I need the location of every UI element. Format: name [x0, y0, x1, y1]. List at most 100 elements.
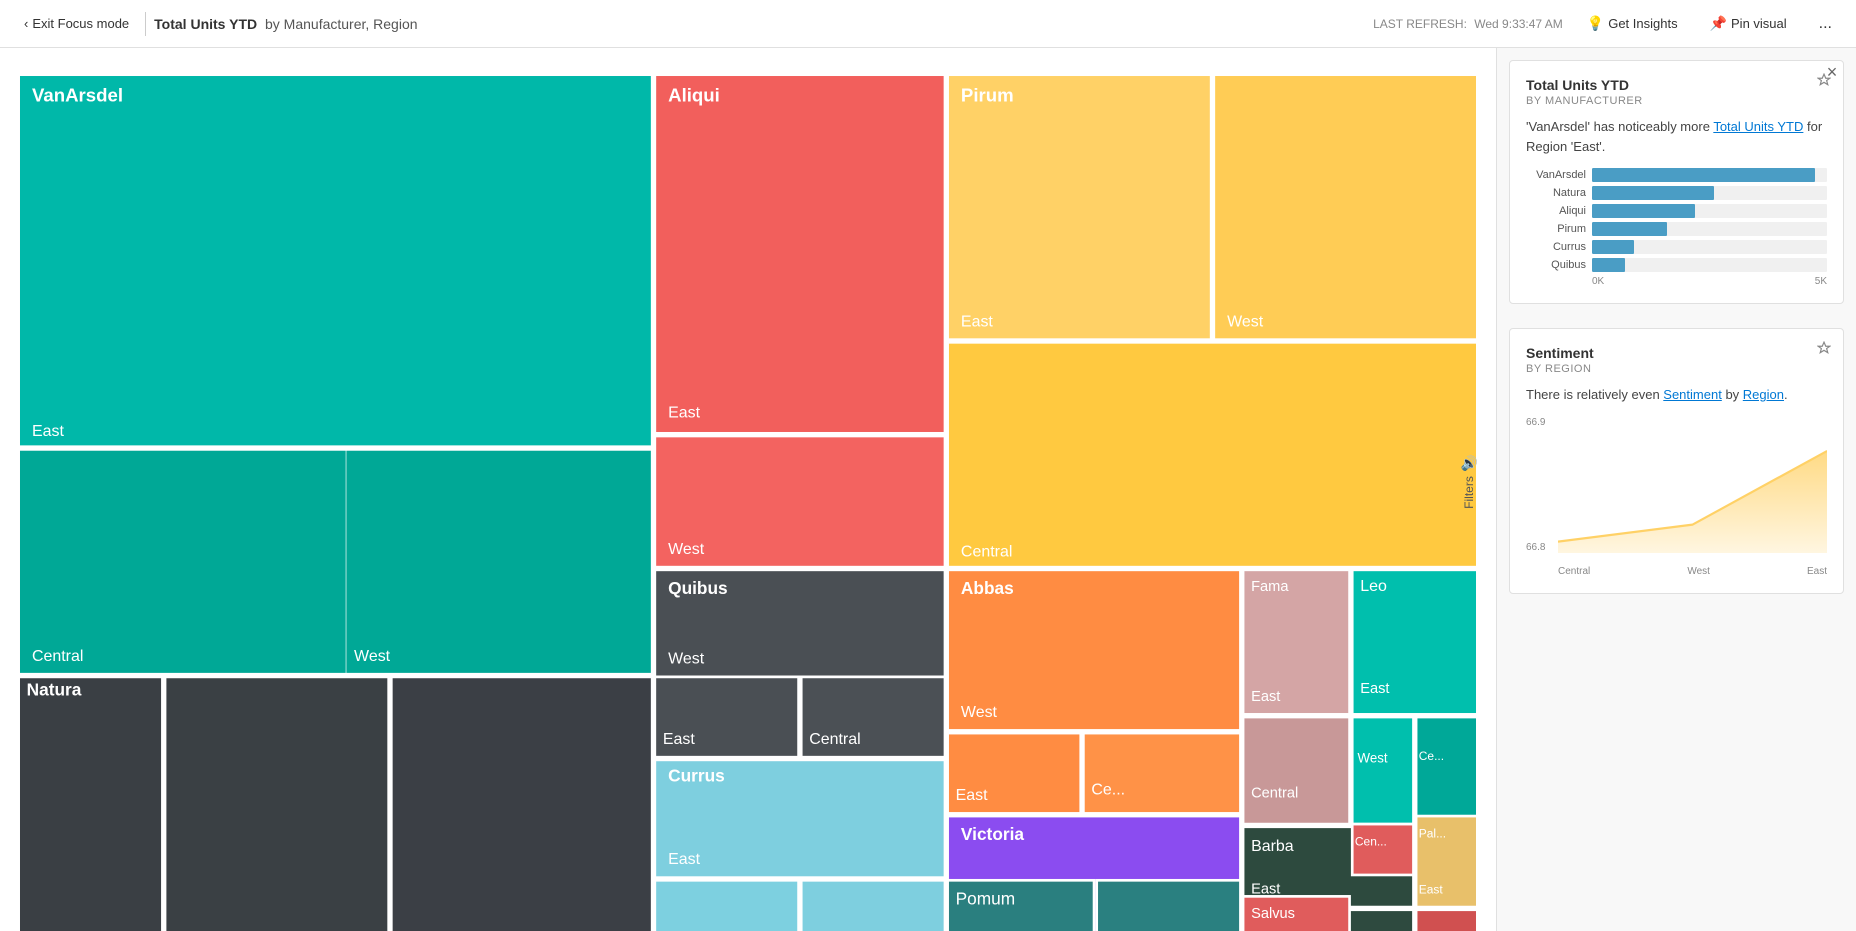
main-content: VanArsdel East Central West Natura East …	[0, 48, 1856, 931]
get-insights-button[interactable]: 💡 Get Insights	[1579, 11, 1686, 36]
insight-subtitle-1: BY MANUFACTURER	[1526, 95, 1827, 107]
bar-label-4: Currus	[1526, 241, 1586, 253]
svg-text:East: East	[1251, 689, 1280, 705]
chart-subtitle: by Manufacturer, Region	[265, 16, 418, 32]
svg-text:East: East	[956, 787, 988, 804]
treemap-svg[interactable]: VanArsdel East Central West Natura East …	[16, 72, 1480, 931]
svg-text:Central: Central	[1251, 785, 1298, 801]
svg-text:Pirum: Pirum	[961, 84, 1014, 105]
svg-text:Leo: Leo	[1360, 578, 1387, 595]
insight-text-suffix-2: .	[1784, 387, 1788, 402]
y-label-min: 66.8	[1526, 542, 1545, 553]
svg-text:Victoria: Victoria	[961, 824, 1024, 844]
insights-icon: 💡	[1587, 15, 1604, 32]
insight-text-prefix-2: There is relatively even	[1526, 387, 1663, 402]
svg-text:Central: Central	[32, 648, 83, 665]
svg-text:VanArsdel: VanArsdel	[32, 84, 123, 105]
bar-chart-row-1: Natura	[1526, 186, 1827, 200]
y-label-max: 66.9	[1526, 417, 1545, 428]
svg-text:East: East	[961, 313, 993, 330]
filters-label: Filters	[1462, 476, 1476, 509]
svg-text:Fama: Fama	[1251, 579, 1289, 595]
svg-text:East: East	[32, 423, 64, 440]
bar-chart-1: VanArsdel Natura Aliqui Pirum Currus Quibus	[1526, 168, 1827, 272]
close-panel-button[interactable]: ×	[1820, 60, 1844, 84]
svg-text:Pomum: Pomum	[956, 888, 1016, 908]
bar-fill-0	[1592, 168, 1815, 182]
bar-track-5	[1592, 258, 1827, 272]
x-label-central: Central	[1558, 566, 1590, 577]
bar-axis-max: 5K	[1815, 276, 1827, 287]
svg-text:Currus: Currus	[668, 765, 725, 785]
svg-text:East: East	[1419, 883, 1444, 897]
svg-text:West: West	[354, 648, 391, 665]
insight-subtitle-2: BY REGION	[1526, 363, 1827, 375]
chart-area: VanArsdel East Central West Natura East …	[0, 48, 1496, 931]
x-label-west: West	[1687, 566, 1710, 577]
insight-text-mid-2: by	[1722, 387, 1743, 402]
y-axis-labels: 66.9 66.8	[1526, 417, 1545, 553]
insight-text-2: There is relatively even Sentiment by Re…	[1526, 385, 1827, 405]
insight-text-link-2b[interactable]: Region	[1743, 387, 1784, 402]
right-panel: × Total Units YTD BY MANUFACTURER 'VanAr…	[1496, 48, 1856, 931]
pin-visual-button[interactable]: 📌 Pin visual	[1702, 11, 1795, 36]
insight-title-1: Total Units YTD	[1526, 77, 1827, 93]
insight-card-2: Sentiment BY REGION There is relatively …	[1509, 328, 1844, 594]
insight-title-2: Sentiment	[1526, 345, 1827, 361]
insight-text-link-1[interactable]: Total Units YTD	[1713, 119, 1803, 134]
bar-track-2	[1592, 204, 1827, 218]
svg-text:Cen...: Cen...	[1355, 834, 1387, 848]
pin-card-2-button[interactable]	[1817, 341, 1831, 358]
bar-axis: 0K 5K	[1526, 276, 1827, 287]
svg-text:Abbas: Abbas	[961, 578, 1014, 598]
x-label-east: East	[1807, 566, 1827, 577]
pin-visual-label: Pin visual	[1731, 16, 1787, 31]
bar-label-2: Aliqui	[1526, 205, 1586, 217]
sentiment-chart: 66.9 66.8 Central West	[1526, 417, 1827, 577]
bar-label-1: Natura	[1526, 187, 1586, 199]
svg-text:Ce...: Ce...	[1419, 749, 1444, 763]
treemap-container: VanArsdel East Central West Natura East …	[16, 72, 1480, 931]
svg-text:East: East	[668, 851, 700, 868]
bar-chart-row-0: VanArsdel	[1526, 168, 1827, 182]
topbar-right: LAST REFRESH: Wed 9:33:47 AM 💡 Get Insig…	[1373, 11, 1840, 37]
svg-text:West: West	[1227, 313, 1264, 330]
bar-label-3: Pirum	[1526, 223, 1586, 235]
get-insights-label: Get Insights	[1608, 16, 1677, 31]
filters-button[interactable]: 🔊 Filters	[1457, 447, 1482, 517]
svg-text:Pal...: Pal...	[1419, 826, 1446, 840]
svg-text:West: West	[1358, 751, 1388, 766]
exit-focus-button[interactable]: ‹ Exit Focus mode	[16, 12, 137, 35]
insight-card-1: Total Units YTD BY MANUFACTURER 'VanArsd…	[1509, 60, 1844, 304]
more-options-button[interactable]: ...	[1811, 11, 1840, 37]
bar-track-1	[1592, 186, 1827, 200]
bar-chart-row-2: Aliqui	[1526, 204, 1827, 218]
insight-text-1: 'VanArsdel' has noticeably more Total Un…	[1526, 117, 1827, 156]
back-icon: ‹	[24, 16, 28, 31]
topbar-left: ‹ Exit Focus mode Total Units YTD by Man…	[16, 12, 1357, 36]
bar-fill-1	[1592, 186, 1714, 200]
svg-text:Barba: Barba	[1251, 838, 1294, 855]
svg-text:Ce...: Ce...	[1091, 782, 1125, 799]
bar-track-0	[1592, 168, 1827, 182]
svg-text:West: West	[668, 650, 705, 667]
insight-text-link-2a[interactable]: Sentiment	[1663, 387, 1722, 402]
last-refresh-label: LAST REFRESH: Wed 9:33:47 AM	[1373, 17, 1563, 31]
topbar: ‹ Exit Focus mode Total Units YTD by Man…	[0, 0, 1856, 48]
bar-fill-4	[1592, 240, 1634, 254]
bar-track-4	[1592, 240, 1827, 254]
svg-text:West: West	[961, 704, 998, 721]
pin-icon: 📌	[1710, 15, 1727, 32]
bar-track-3	[1592, 222, 1827, 236]
svg-text:Natura: Natura	[27, 680, 82, 700]
bar-chart-row-5: Quibus	[1526, 258, 1827, 272]
svg-text:West: West	[668, 541, 705, 558]
svg-text:East: East	[663, 731, 695, 748]
insight-text-prefix-1: 'VanArsdel' has noticeably more	[1526, 119, 1713, 134]
exit-focus-label: Exit Focus mode	[32, 16, 129, 31]
svg-text:Central: Central	[809, 731, 860, 748]
bar-fill-5	[1592, 258, 1625, 272]
x-axis-labels: Central West East	[1558, 566, 1827, 577]
chart-title-bar: Total Units YTD by Manufacturer, Region	[154, 16, 417, 32]
svg-text:Aliqui: Aliqui	[668, 84, 720, 105]
